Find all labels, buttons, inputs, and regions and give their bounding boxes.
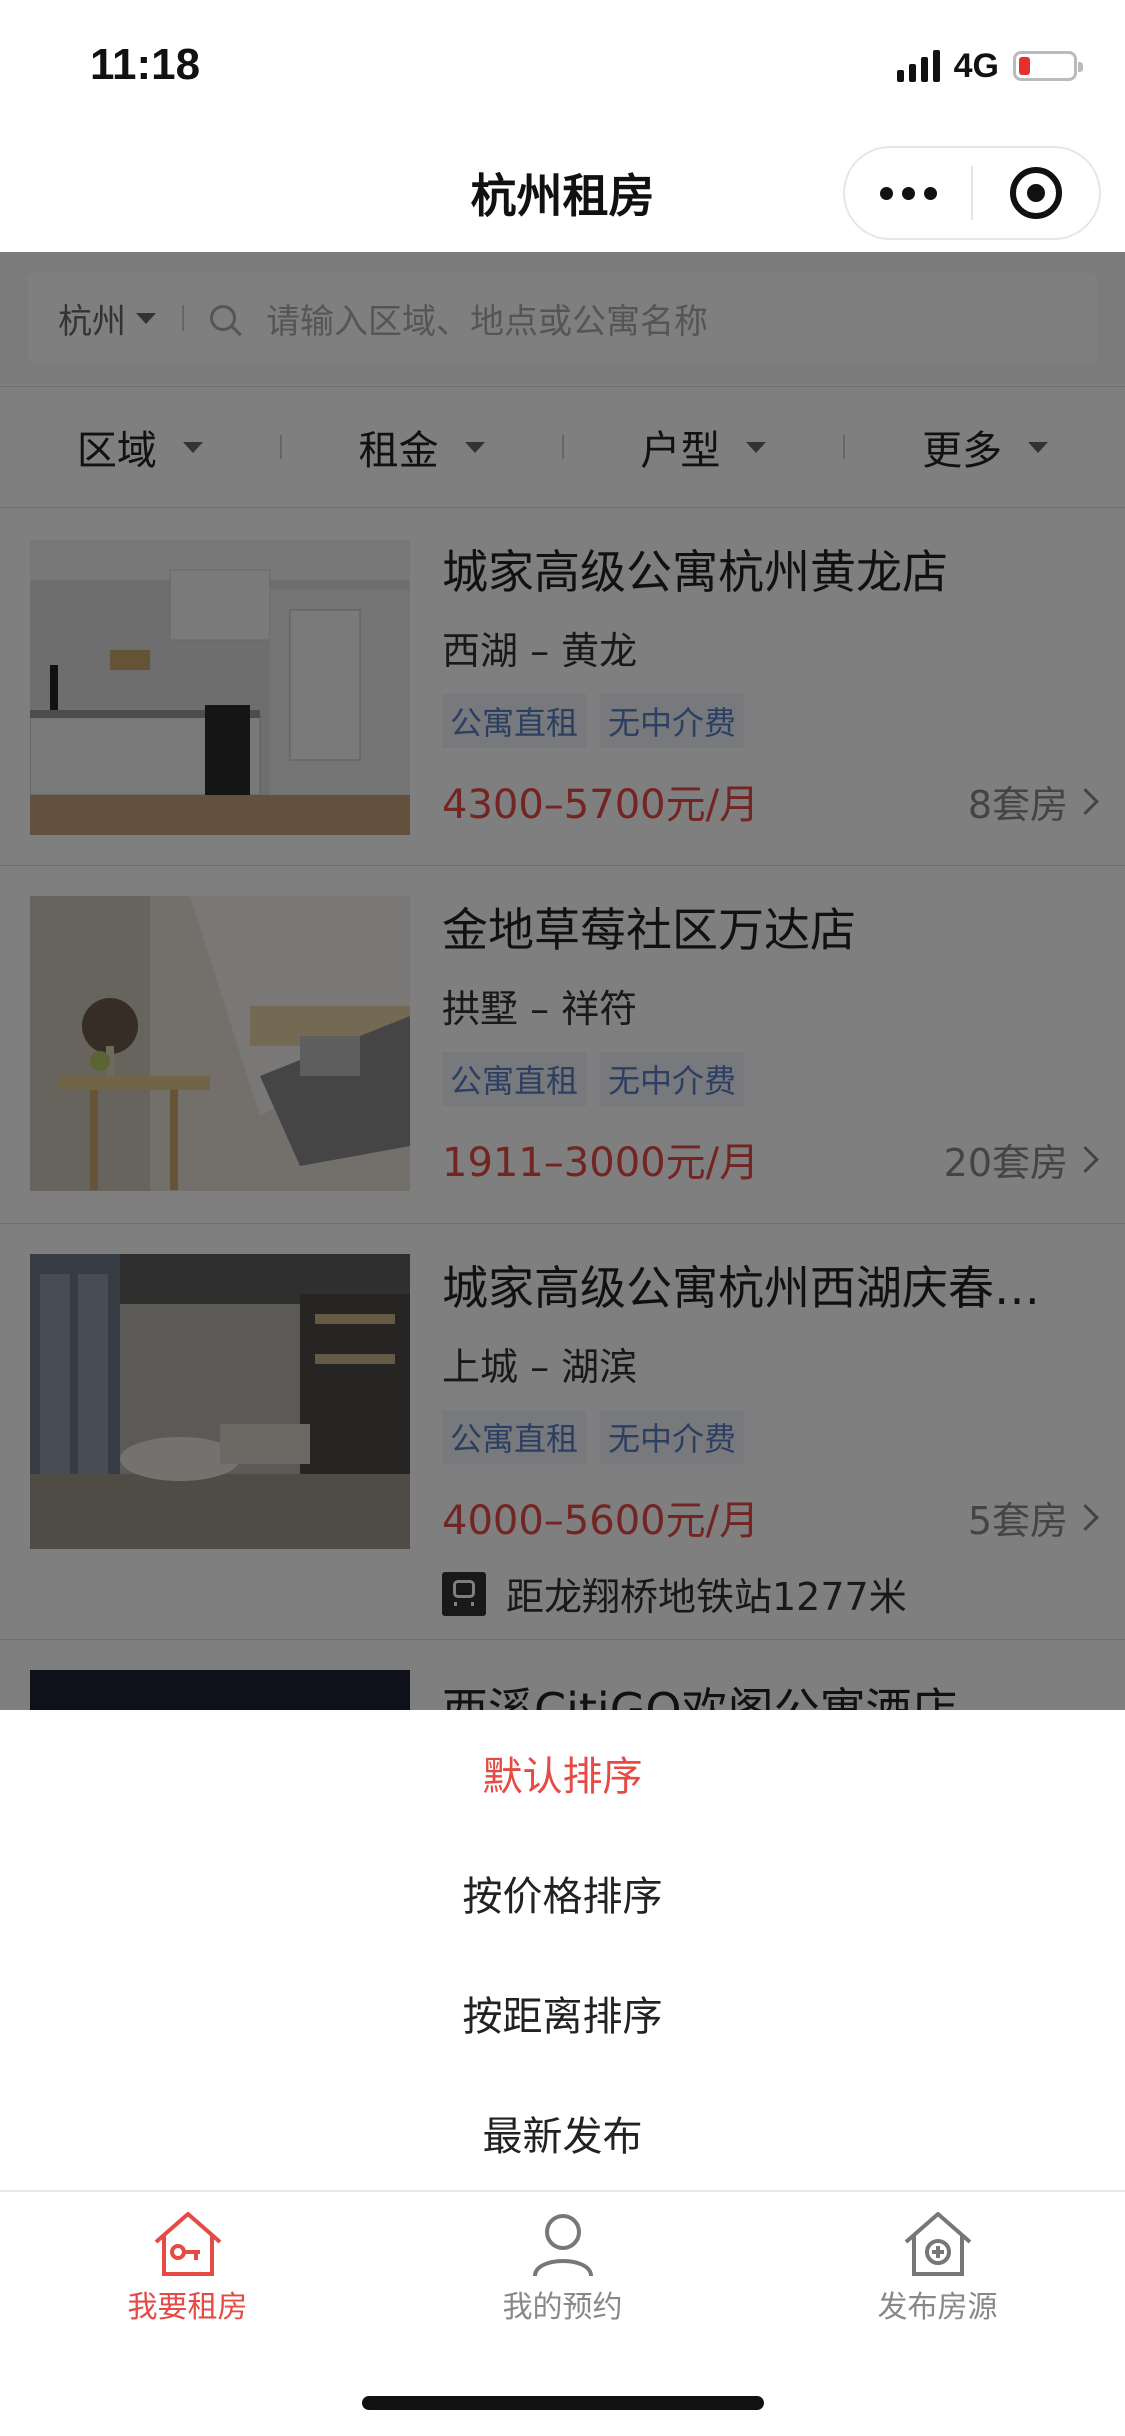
modal-overlay[interactable]: [0, 252, 1125, 1710]
user-icon: [532, 2214, 593, 2277]
status-time: 11:18: [90, 40, 201, 89]
sort-newest-option[interactable]: 最新发布: [0, 2104, 1125, 2162]
sort-distance-option[interactable]: 按距离排序: [0, 1984, 1125, 2042]
tab-label: 我的预约: [502, 2290, 623, 2325]
status-indicators: 4G: [896, 46, 1083, 86]
battery-icon: [1013, 51, 1083, 81]
house-plus-icon: [904, 2212, 971, 2276]
sort-menu: 默认排序 按价格排序 按距离排序 最新发布: [0, 1710, 1125, 2190]
network-label: 4G: [953, 46, 999, 85]
home-indicator: [362, 2396, 764, 2410]
close-miniprogram-button[interactable]: [973, 148, 1099, 238]
tab-label: 发布房源: [877, 2290, 998, 2325]
house-key-icon: [154, 2212, 221, 2276]
more-dots-icon: [879, 186, 937, 200]
miniprogram-capsule: [843, 146, 1101, 240]
sort-default-option[interactable]: 默认排序: [0, 1744, 1125, 1802]
signal-icon: [896, 50, 940, 82]
tab-rent[interactable]: 我要租房: [0, 2210, 375, 2326]
sort-price-option[interactable]: 按价格排序: [0, 1864, 1125, 1922]
target-icon: [1009, 167, 1062, 219]
more-button[interactable]: [845, 148, 971, 238]
tab-publish[interactable]: 发布房源: [750, 2210, 1125, 2326]
tab-appointments[interactable]: 我的预约: [375, 2210, 750, 2326]
tab-label: 我要租房: [127, 2290, 248, 2325]
